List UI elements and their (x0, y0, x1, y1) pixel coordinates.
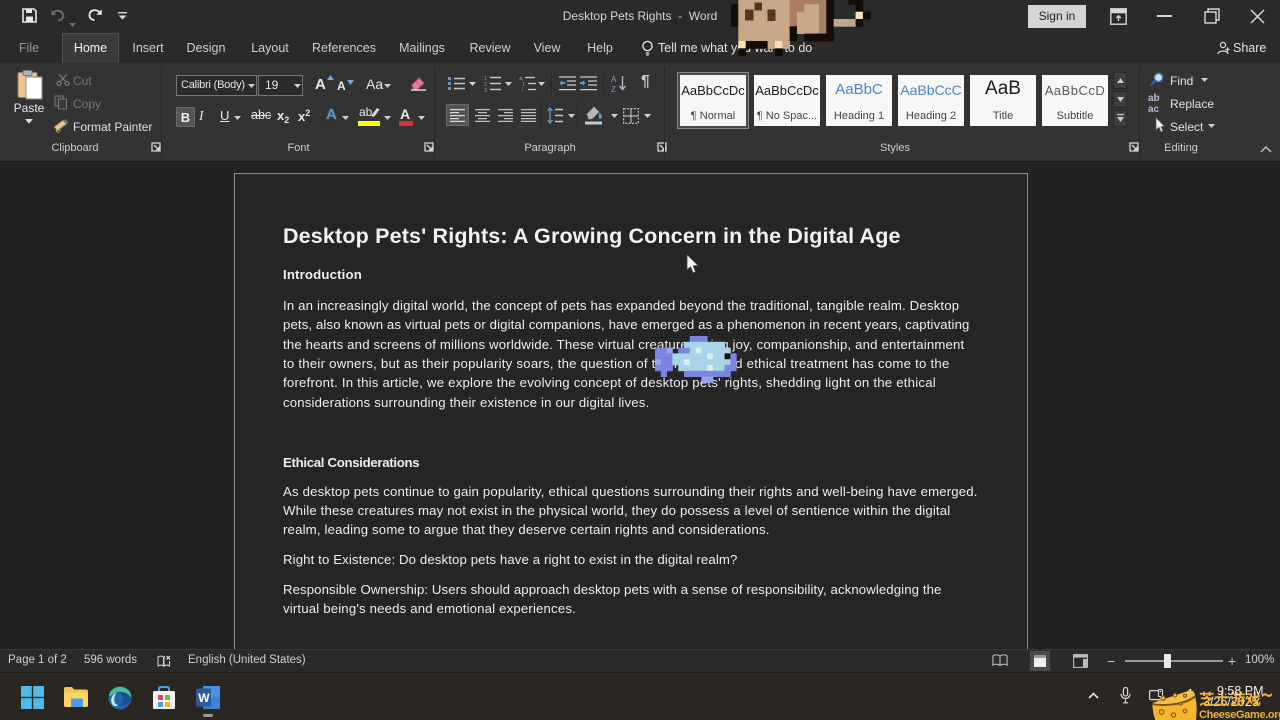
svg-text:3: 3 (484, 88, 487, 92)
svg-text:Z: Z (611, 85, 616, 93)
svg-text:W: W (198, 691, 210, 705)
svg-text:i: i (522, 88, 523, 93)
svg-text:A: A (611, 75, 617, 84)
